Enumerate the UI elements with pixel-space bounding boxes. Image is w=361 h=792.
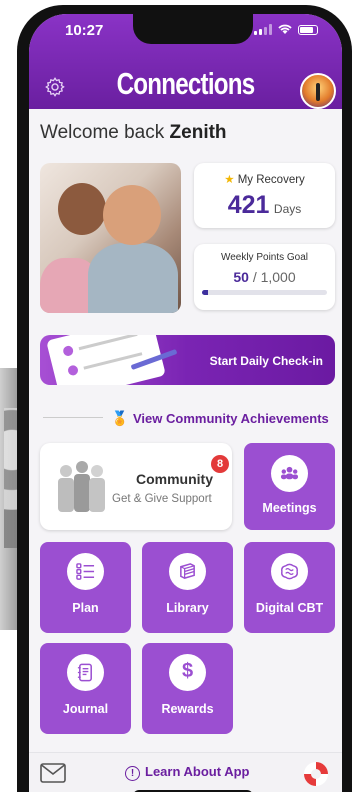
medal-icon: 🏅 (111, 410, 129, 426)
journal-icon (67, 654, 104, 691)
status-time: 10:27 (65, 22, 104, 39)
plan-label: Plan (72, 601, 99, 615)
meetings-tile[interactable]: Meetings (244, 443, 335, 530)
goal-label: Weekly Points Goal (220, 252, 309, 263)
rewards-tile[interactable]: $ Rewards (142, 643, 233, 734)
user-name: Zenith (169, 122, 227, 143)
achievements-link[interactable]: 🏅 View Community Achievements (29, 408, 342, 428)
learn-label: Learn About App (145, 764, 250, 779)
status-icons (254, 24, 318, 35)
goal-progress-bar (202, 290, 327, 295)
star-icon: ★ (224, 174, 235, 186)
community-subtitle: Get & Give Support (112, 493, 212, 505)
dollar-sign: $ (181, 660, 194, 682)
community-card[interactable]: Community Get & Give Support 8 (40, 443, 232, 530)
recovery-days-value: 421 (227, 191, 270, 219)
recovery-label: My Recovery (237, 174, 305, 186)
avatar[interactable] (300, 73, 336, 109)
journal-tile[interactable]: Journal (40, 643, 131, 734)
brain-icon (271, 553, 308, 590)
mail-icon[interactable] (40, 763, 66, 783)
people-icon (58, 461, 105, 512)
checkin-label: Start Daily Check-in (209, 354, 323, 368)
digital-cbt-label: Digital CBT (255, 601, 324, 615)
phone-notch (133, 14, 253, 44)
info-icon: ! (125, 766, 140, 781)
recovery-unit: Days (273, 202, 302, 216)
library-label: Library (166, 601, 209, 615)
lifebuoy-icon[interactable] (304, 762, 328, 786)
recovery-card[interactable]: ★ My Recovery 421 Days (194, 163, 335, 228)
goal-progress-fill (202, 290, 209, 295)
list-icon (67, 553, 104, 590)
app-screen: 10:27 Connections Welcome back Zenith ★ … (29, 14, 342, 792)
app-header: 10:27 Connections (29, 14, 342, 109)
goal-current: 50 (233, 269, 249, 285)
divider-line (43, 417, 103, 418)
rewards-label: Rewards (161, 702, 214, 716)
goal-target: / 1,000 (252, 269, 296, 285)
app-title: Connections (116, 66, 256, 101)
community-title: Community (136, 471, 213, 487)
welcome-text: Welcome back Zenith (40, 122, 227, 144)
wifi-icon (278, 24, 292, 34)
achievements-label: View Community Achievements (133, 411, 329, 426)
books-icon (169, 553, 206, 590)
notification-badge: 8 (211, 455, 229, 473)
daily-checkin-button[interactable]: Start Daily Check-in (40, 335, 335, 385)
meetings-icon (271, 455, 308, 492)
bottom-bar: ! Learn About App (29, 752, 342, 792)
welcome-prefix: Welcome back (40, 122, 165, 143)
digital-cbt-tile[interactable]: Digital CBT (244, 542, 335, 633)
plan-tile[interactable]: Plan (40, 542, 131, 633)
signal-icon (254, 24, 272, 35)
dollar-icon: $ (169, 654, 206, 691)
battery-icon (298, 24, 318, 35)
learn-about-app-link[interactable]: ! Learn About App (125, 764, 249, 781)
family-photo (40, 163, 181, 313)
journal-label: Journal (62, 702, 109, 716)
meetings-label: Meetings (262, 501, 317, 515)
weekly-goal-card[interactable]: Weekly Points Goal 50 / 1,000 (194, 244, 335, 310)
library-tile[interactable]: Library (142, 542, 233, 633)
